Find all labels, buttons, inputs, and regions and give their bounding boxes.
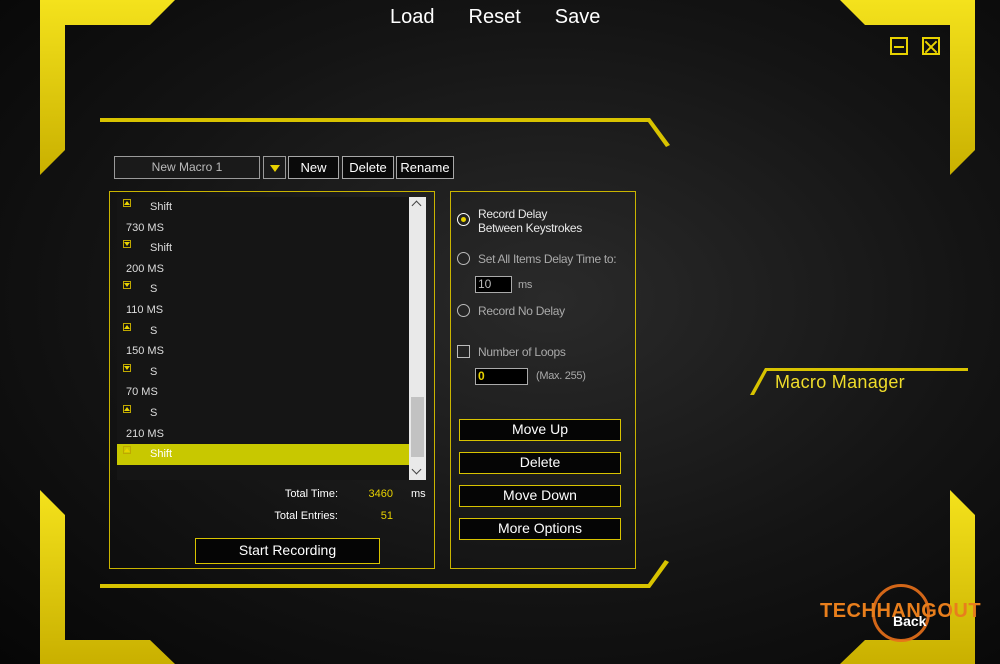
record-no-delay-radio[interactable] [457,304,470,317]
list-item[interactable]: 70 MS [117,382,409,403]
delay-unit: ms [518,279,533,291]
key-label: S [150,406,158,419]
key-up-icon [123,199,131,207]
key-label: S [150,365,158,378]
key-label: S [150,324,158,337]
total-time-label: Total Time: [284,488,338,500]
macro-select[interactable]: New Macro 1 [114,156,260,179]
move-up-button[interactable]: Move Up [459,419,621,441]
key-label: Shift [150,242,173,255]
load-button[interactable]: Load [390,6,435,29]
page-title: Macro Manager [775,372,905,392]
record-delay-radio[interactable] [457,213,470,226]
key-label: Shift [150,448,173,461]
delay-label: 210 MS [126,427,164,440]
delay-time-input[interactable]: 10 [475,276,512,293]
list-item[interactable]: S [117,321,409,342]
loops-checkbox[interactable] [457,345,470,358]
scroll-up-icon[interactable] [409,197,426,214]
top-menu: Load Reset Save [390,6,600,29]
list-scrollbar[interactable] [409,197,426,480]
list-item[interactable]: 730 MS [117,218,409,239]
scroll-down-icon[interactable] [409,463,426,480]
key-label: S [150,283,158,296]
record-no-delay-label: Record No Delay [478,304,565,318]
reset-button[interactable]: Reset [469,6,521,29]
delay-label: 110 MS [126,303,164,316]
list-item[interactable]: 200 MS [117,259,409,280]
key-up-icon [123,446,131,455]
record-delay-line1: Record Delay [478,207,548,221]
new-macro-button[interactable]: New [288,156,339,179]
delay-label: 200 MS [126,262,164,275]
save-button[interactable]: Save [555,6,601,29]
loops-max-label: (Max. 255) [536,370,586,382]
back-button[interactable]: Back [893,613,926,629]
delay-label: 730 MS [126,221,164,234]
list-item[interactable]: Shift [117,444,409,465]
list-item[interactable]: S [117,279,409,300]
macro-event-list[interactable]: Shift 730 MS Shift 200 MS S 110 MS S 150 MS S 70 … [117,197,409,480]
key-label: Shift [150,201,173,213]
delay-label: 150 MS [126,345,164,358]
total-time-unit: ms [411,488,426,500]
key-up-icon [123,404,131,413]
key-down-icon [123,281,131,290]
more-options-button[interactable]: More Options [459,518,621,540]
logo-part1: TECH [820,600,877,622]
scroll-thumb[interactable] [411,397,424,457]
record-delay-label: Record Delay Between Keystrokes [478,207,582,235]
record-delay-line2: Between Keystrokes [478,221,582,235]
key-down-icon [123,240,131,249]
loops-label: Number of Loops [478,345,566,359]
list-item[interactable]: Shift [117,197,409,218]
delay-label: 70 MS [126,386,158,399]
list-item[interactable]: Shift [117,238,409,259]
close-icon[interactable] [922,37,940,55]
move-down-button[interactable]: Move Down [459,485,621,507]
set-all-delay-radio[interactable] [457,252,470,265]
key-down-icon [123,363,131,372]
start-recording-button[interactable]: Start Recording [195,538,380,564]
loops-input[interactable]: 0 [475,368,528,385]
set-all-delay-label: Set All Items Delay Time to: [478,252,617,266]
list-item[interactable]: 210 MS [117,424,409,445]
list-item[interactable]: S [117,362,409,383]
key-up-icon [123,322,131,331]
total-entries-value: 51 [380,510,393,522]
list-item[interactable]: 150 MS [117,341,409,362]
total-time-value: 3460 [368,488,393,500]
list-item[interactable]: 110 MS [117,300,409,321]
minimize-icon[interactable] [890,37,908,55]
rename-macro-button[interactable]: Rename [396,156,454,179]
total-entries-label: Total Entries: [274,510,338,522]
delete-macro-button[interactable]: Delete [342,156,394,179]
list-item[interactable]: S [117,403,409,424]
delete-item-button[interactable]: Delete [459,452,621,474]
macro-dropdown-button[interactable] [263,156,286,179]
